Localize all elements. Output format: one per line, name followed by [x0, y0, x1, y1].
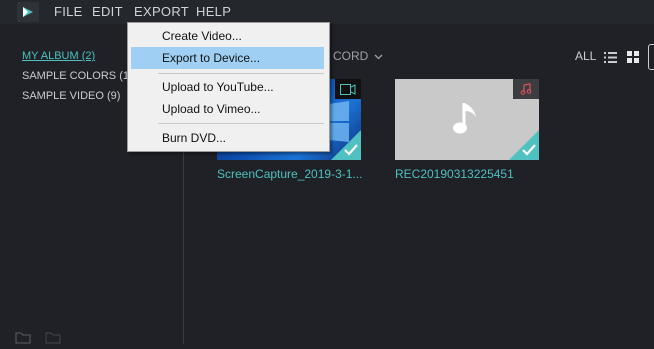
music-note-badge-icon [520, 83, 532, 95]
menu-item-export-to-device[interactable]: Export to Device... [131, 47, 324, 69]
video-badge [335, 79, 361, 99]
menu-bar: FILE EDIT EXPORT HELP [0, 0, 654, 24]
menu-export[interactable]: EXPORT [134, 4, 189, 19]
delete-folder-icon[interactable] [45, 330, 63, 349]
filter-all[interactable]: ALL [575, 49, 596, 63]
new-folder-icon[interactable] [15, 330, 33, 349]
export-menu-dropdown: Create Video... Export to Device... Uplo… [127, 22, 330, 152]
music-note-icon [453, 103, 476, 134]
video-camera-icon [340, 84, 356, 95]
menu-separator [158, 73, 324, 74]
media-thumbnail-audio[interactable] [395, 79, 539, 160]
menu-item-upload-vimeo[interactable]: Upload to Vimeo... [131, 98, 324, 120]
media-name-video[interactable]: ScreenCapture_2019-3-1... [217, 167, 362, 181]
album-item-sample-colors[interactable]: SAMPLE COLORS (13) [22, 70, 139, 82]
app-logo-icon[interactable] [17, 2, 39, 22]
grid-view-icon[interactable] [627, 50, 639, 68]
menu-item-create-video[interactable]: Create Video... [131, 25, 324, 47]
sort-label: CORD [333, 49, 369, 63]
selected-check-corner [331, 130, 361, 160]
menu-separator [158, 123, 324, 124]
album-item-sample-video[interactable]: SAMPLE VIDEO (9) [22, 90, 120, 102]
menu-item-upload-youtube[interactable]: Upload to YouTube... [131, 76, 324, 98]
search-box-edge[interactable] [648, 44, 654, 70]
album-item-my-album[interactable]: MY ALBUM (2) [22, 50, 95, 62]
selected-check-corner [509, 130, 539, 160]
list-view-icon[interactable] [604, 50, 617, 68]
chevron-down-icon [374, 54, 383, 60]
menu-file[interactable]: FILE [54, 4, 83, 19]
sort-dropdown[interactable]: CORD [333, 49, 383, 63]
menu-help[interactable]: HELP [196, 4, 231, 19]
menu-item-burn-dvd[interactable]: Burn DVD... [131, 127, 324, 149]
audio-badge [513, 79, 539, 99]
menu-edit[interactable]: EDIT [92, 4, 123, 19]
media-name-audio[interactable]: REC20190313225451 [395, 167, 514, 181]
